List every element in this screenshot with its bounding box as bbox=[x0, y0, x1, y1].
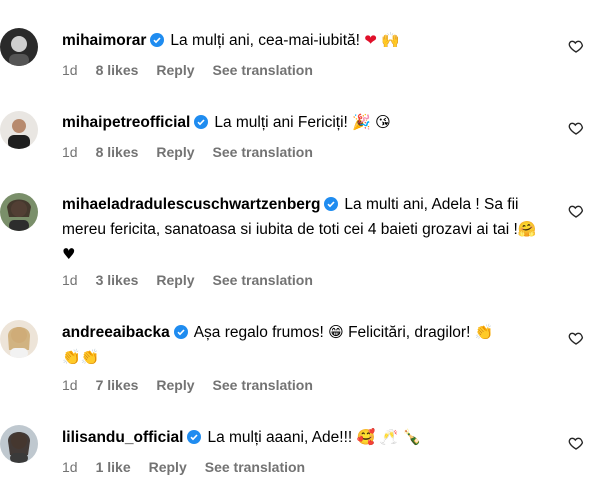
clapping-hands-emoji-icon: 👏 bbox=[80, 348, 100, 366]
comment-body: La mulți ani Fericiți! bbox=[214, 114, 348, 131]
comment-body-continued: Felicitări, dragilor! bbox=[348, 324, 471, 341]
clapping-hands-emoji-icon: 👏 bbox=[474, 323, 494, 341]
comment-body: La mulți aaani, Ade!!! bbox=[207, 429, 353, 446]
reply-button[interactable]: Reply bbox=[156, 144, 194, 160]
heart-icon[interactable] bbox=[568, 330, 584, 346]
verified-badge-icon bbox=[150, 33, 165, 47]
comment-text: lilisandu_official La mulți aaani, Ade!!!… bbox=[62, 425, 542, 450]
timestamp: 1d bbox=[62, 144, 78, 160]
username[interactable]: andreeaibacka bbox=[62, 324, 170, 341]
face-blowing-kiss-emoji-icon: 😘 bbox=[375, 113, 391, 131]
comment-meta: 1d 8 likes Reply See translation bbox=[62, 144, 331, 160]
comment-text: mihaimorar La mulți ani, cea-mai-iubită! … bbox=[62, 28, 542, 53]
username[interactable]: mihaipetreofficial bbox=[62, 114, 190, 131]
timestamp: 1d bbox=[62, 459, 78, 475]
black-heart-emoji-icon: ♥ bbox=[62, 245, 76, 263]
avatar[interactable] bbox=[0, 111, 38, 149]
reply-button[interactable]: Reply bbox=[156, 272, 194, 288]
see-translation-button[interactable]: See translation bbox=[213, 144, 313, 160]
timestamp: 1d bbox=[62, 377, 78, 393]
comment-body: Așa regalo frumos! bbox=[193, 324, 324, 341]
timestamp: 1d bbox=[62, 62, 78, 78]
champagne-emoji-icon: 🍾 bbox=[402, 428, 422, 446]
comment-text: mihaipetreofficial La mulți ani Fericiți!… bbox=[62, 110, 542, 135]
likes-count[interactable]: 8 likes bbox=[96, 62, 139, 78]
verified-badge-icon bbox=[173, 325, 188, 339]
reply-button[interactable]: Reply bbox=[156, 377, 194, 393]
likes-count[interactable]: 1 like bbox=[96, 459, 131, 475]
party-popper-emoji-icon: 🎉 bbox=[352, 113, 371, 131]
verified-badge-icon bbox=[194, 115, 209, 129]
likes-count[interactable]: 8 likes bbox=[96, 144, 139, 160]
comment-meta: 1d 7 likes Reply See translation bbox=[62, 377, 331, 393]
raising-hands-emoji-icon: 🙌 bbox=[381, 31, 400, 49]
comment-meta: 1d 8 likes Reply See translation bbox=[62, 62, 331, 78]
reply-button[interactable]: Reply bbox=[156, 62, 194, 78]
heart-emoji-icon: ❤ bbox=[364, 31, 377, 49]
clinking-glasses-emoji-icon: 🥂 bbox=[379, 428, 399, 446]
verified-badge-icon bbox=[187, 430, 202, 444]
hugging-face-emoji-icon: 🤗 bbox=[517, 220, 537, 238]
likes-count[interactable]: 3 likes bbox=[96, 272, 139, 288]
see-translation-button[interactable]: See translation bbox=[213, 62, 313, 78]
username[interactable]: lilisandu_official bbox=[62, 429, 183, 446]
grinning-face-emoji-icon: 😁 bbox=[328, 323, 344, 341]
heart-icon[interactable] bbox=[568, 203, 584, 219]
verified-badge-icon bbox=[324, 197, 339, 211]
comment-text: mihaeladradulescuschwartzenberg La multi … bbox=[62, 193, 542, 267]
avatar[interactable] bbox=[0, 193, 38, 231]
heart-icon[interactable] bbox=[568, 435, 584, 451]
avatar[interactable] bbox=[0, 28, 38, 66]
comment-text: andreeaibacka Așa regalo frumos! 😁 Felici… bbox=[62, 320, 542, 370]
comment-body: La mulți ani, cea-mai-iubită! bbox=[170, 32, 360, 49]
username[interactable]: mihaeladradulescuschwartzenberg bbox=[62, 196, 320, 213]
see-translation-button[interactable]: See translation bbox=[213, 272, 313, 288]
smiling-face-with-hearts-emoji-icon: 🥰 bbox=[356, 428, 376, 446]
heart-icon[interactable] bbox=[568, 38, 584, 54]
comment-meta: 1d 3 likes Reply See translation bbox=[62, 272, 331, 288]
clapping-hands-emoji-icon: 👏 bbox=[62, 348, 81, 366]
reply-button[interactable]: Reply bbox=[149, 459, 187, 475]
see-translation-button[interactable]: See translation bbox=[213, 377, 313, 393]
timestamp: 1d bbox=[62, 272, 78, 288]
avatar[interactable] bbox=[0, 425, 38, 463]
avatar[interactable] bbox=[0, 320, 38, 358]
likes-count[interactable]: 7 likes bbox=[96, 377, 139, 393]
comment-meta: 1d 1 like Reply See translation bbox=[62, 459, 323, 475]
see-translation-button[interactable]: See translation bbox=[205, 459, 305, 475]
username[interactable]: mihaimorar bbox=[62, 32, 146, 49]
heart-icon[interactable] bbox=[568, 120, 584, 136]
